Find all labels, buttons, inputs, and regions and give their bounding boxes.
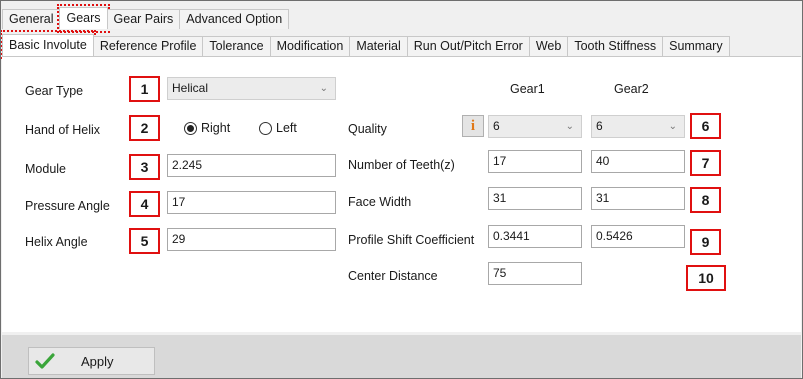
tab-modification[interactable]: Modification <box>269 36 351 56</box>
apply-label: Apply <box>81 353 114 369</box>
helix-angle-label: Helix Angle <box>25 235 88 249</box>
marker-3: 3 <box>129 154 160 180</box>
gear-type-value: Helical <box>172 81 209 95</box>
tab-advanced-option[interactable]: Advanced Option <box>179 9 290 29</box>
tab-material[interactable]: Material <box>349 36 408 56</box>
pressure-angle-input[interactable]: 17 <box>167 191 336 214</box>
info-icon[interactable]: i <box>462 115 484 137</box>
tab-tolerance[interactable]: Tolerance <box>202 36 271 56</box>
marker-8: 8 <box>690 187 721 213</box>
tab-gear-pairs[interactable]: Gear Pairs <box>106 9 181 29</box>
marker-2: 2 <box>129 115 160 141</box>
face-width-label: Face Width <box>348 195 412 209</box>
action-bar: Apply <box>2 335 801 378</box>
main-tab-bar: General Gears Gear Pairs Advanced Option <box>2 4 290 33</box>
radio-unselected-icon <box>259 121 272 135</box>
basic-involute-panel: Gear Type 1 Helical ⌄ Hand of Helix 2 Ri… <box>2 56 801 332</box>
marker-5: 5 <box>129 228 160 254</box>
teeth-gear1-input[interactable]: 17 <box>488 150 582 173</box>
tab-general[interactable]: General <box>2 9 61 29</box>
tab-tooth-stiffness[interactable]: Tooth Stiffness <box>567 36 664 56</box>
profile-shift-label: Profile Shift Coefficient <box>348 233 475 247</box>
gear2-header: Gear2 <box>614 82 649 96</box>
teeth-gear2-input[interactable]: 40 <box>591 150 685 173</box>
module-input[interactable]: 2.245 <box>167 154 336 177</box>
gear1-header: Gear1 <box>510 82 545 96</box>
marker-7: 7 <box>690 150 721 176</box>
center-distance-label: Center Distance <box>348 269 438 283</box>
hand-right-label: Right <box>201 121 231 135</box>
tab-basic-involute[interactable]: Basic Involute <box>1 30 96 59</box>
tab-reference-profile[interactable]: Reference Profile <box>92 36 204 56</box>
sub-tab-bar: Basic Involute Reference Profile Toleran… <box>1 30 730 59</box>
chevron-down-icon: ⌄ <box>565 121 574 132</box>
quality-gear1-value: 6 <box>493 119 500 133</box>
tab-run-out-pitch-error[interactable]: Run Out/Pitch Error <box>406 36 530 56</box>
chevron-down-icon: ⌄ <box>319 83 328 94</box>
chevron-down-icon: ⌄ <box>668 121 677 132</box>
face-width-gear1-input[interactable]: 31 <box>488 187 582 210</box>
hand-right-radio[interactable]: Right <box>184 121 230 135</box>
quality-gear2-value: 6 <box>596 119 603 133</box>
marker-9: 9 <box>690 229 721 255</box>
center-distance-input[interactable]: 75 <box>488 262 582 285</box>
face-width-gear2-input[interactable]: 31 <box>591 187 685 210</box>
module-label: Module <box>25 162 66 176</box>
marker-4: 4 <box>129 191 160 217</box>
tab-web[interactable]: Web <box>528 36 569 56</box>
helix-angle-input[interactable]: 29 <box>167 228 336 251</box>
quality-label: Quality <box>348 122 387 136</box>
gear-settings-window: General Gears Gear Pairs Advanced Option… <box>0 0 803 379</box>
hand-left-label: Left <box>276 121 297 135</box>
gear-type-label: Gear Type <box>25 84 84 98</box>
marker-1: 1 <box>129 76 160 102</box>
apply-button[interactable]: Apply <box>28 347 155 375</box>
quality-gear2-select[interactable]: 6 ⌄ <box>591 115 685 138</box>
marker-6: 6 <box>690 113 721 139</box>
pressure-angle-label: Pressure Angle <box>25 199 110 213</box>
radio-selected-icon <box>184 121 197 135</box>
profile-shift-gear1-input[interactable]: 0.3441 <box>488 225 582 248</box>
marker-10: 10 <box>686 265 726 291</box>
tab-gears[interactable]: Gears <box>57 4 110 33</box>
profile-shift-gear2-input[interactable]: 0.5426 <box>591 225 685 248</box>
hand-of-helix-label: Hand of Helix <box>25 123 101 137</box>
hand-left-radio[interactable]: Left <box>259 121 297 135</box>
check-icon <box>35 353 55 369</box>
gear-type-select[interactable]: Helical ⌄ <box>167 77 336 100</box>
tab-summary[interactable]: Summary <box>662 36 730 56</box>
number-of-teeth-label: Number of Teeth(z) <box>348 158 455 172</box>
quality-gear1-select[interactable]: 6 ⌄ <box>488 115 582 138</box>
